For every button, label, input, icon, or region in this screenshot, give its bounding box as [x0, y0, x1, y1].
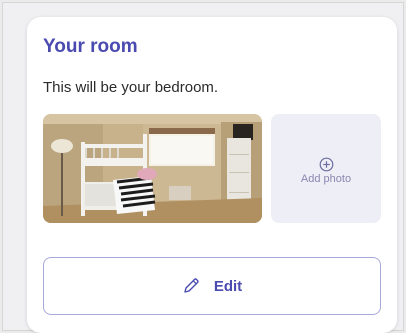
pencil-icon: [182, 277, 200, 295]
plus-circle-icon: [319, 157, 333, 171]
card-title: Your room: [43, 36, 138, 57]
edit-button-label: Edit: [213, 277, 243, 295]
card-description: This will be your bedroom.: [43, 79, 219, 96]
room-photo[interactable]: [43, 114, 262, 223]
page-frame: Your room This will be your bedroom. Add…: [2, 2, 404, 333]
edit-button[interactable]: Edit: [43, 257, 381, 315]
add-photo-tile[interactable]: Add photo: [271, 114, 381, 223]
room-card: Your room This will be your bedroom. Add…: [27, 17, 397, 333]
add-photo-label: Add photo: [300, 172, 352, 185]
